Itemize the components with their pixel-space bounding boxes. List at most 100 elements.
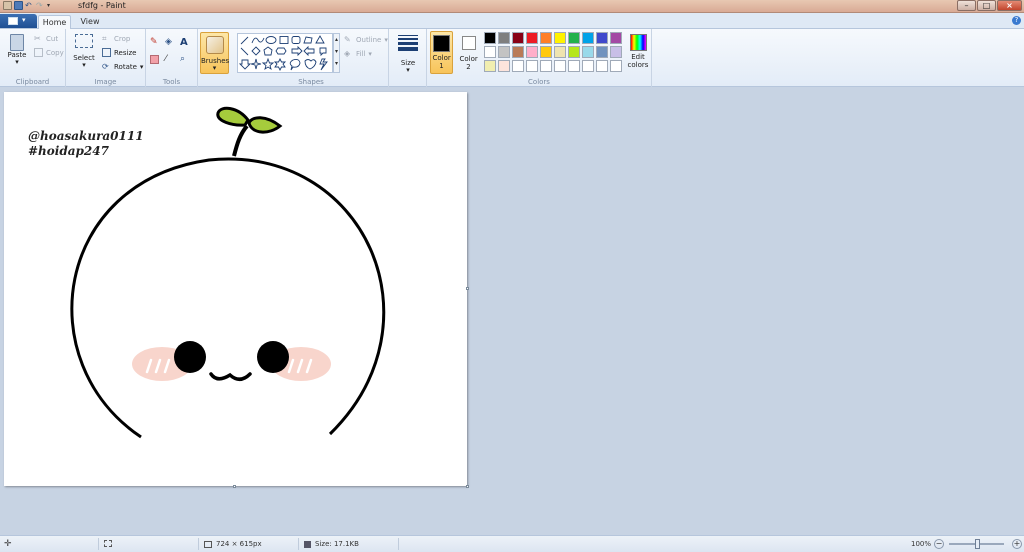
minimize-button[interactable]: – — [957, 0, 976, 11]
copy-button[interactable]: Copy — [34, 48, 64, 57]
select-icon — [75, 34, 93, 48]
palette-color-swatch[interactable] — [512, 46, 524, 58]
color-picker-icon[interactable]: ⁄ — [165, 55, 174, 64]
oval-shape-icon[interactable] — [265, 36, 277, 44]
outline-button[interactable]: ✎ Outline ▾ — [344, 35, 388, 44]
shapes-scroll[interactable]: ▴ ▾ ▾ — [333, 33, 340, 73]
fill-bucket-icon[interactable]: ◈ — [165, 38, 174, 47]
file-menu-button[interactable]: ▾ — [0, 14, 37, 28]
canvas-workspace[interactable]: @hoasakura0111 #hoidap247 — [0, 88, 1024, 535]
palette-color-swatch[interactable] — [498, 60, 510, 72]
palette-color-swatch[interactable] — [512, 60, 524, 72]
fill-button[interactable]: ◈ Fill ▾ — [344, 49, 372, 58]
select-button[interactable]: Select ▾ — [72, 34, 96, 74]
triangle-shape-icon[interactable] — [315, 35, 325, 44]
zoom-slider-thumb[interactable] — [975, 539, 980, 549]
color2-button[interactable]: Color 2 — [457, 31, 480, 74]
palette-color-swatch[interactable] — [484, 60, 496, 72]
palette-color-swatch[interactable] — [554, 32, 566, 44]
fill-icon: ◈ — [344, 49, 351, 58]
cut-button[interactable]: ✂ Cut — [34, 34, 58, 43]
size-dropdown-icon: ▾ — [406, 66, 410, 74]
palette-color-swatch[interactable] — [596, 32, 608, 44]
curve-shape-icon[interactable] — [251, 37, 265, 44]
resize-handle-right[interactable] — [466, 287, 469, 290]
rectangle-shape-icon[interactable] — [279, 36, 289, 44]
clipboard-group: Paste ▾ ✂ Cut Copy Clipboard — [0, 29, 66, 87]
customize-toolbar-icon[interactable]: ▾ — [47, 1, 56, 10]
undo-icon[interactable]: ↶ — [25, 1, 34, 10]
tab-home[interactable]: Home — [38, 15, 71, 29]
pentagon-shape-icon[interactable] — [263, 46, 273, 56]
color1-label: Color 1 — [432, 54, 451, 70]
drawing-canvas[interactable]: @hoasakura0111 #hoidap247 — [4, 92, 467, 486]
text-tool-icon[interactable]: A — [180, 38, 189, 48]
resize-handle-corner[interactable] — [466, 485, 469, 488]
zoom-in-button[interactable]: + — [1012, 539, 1022, 549]
heart-shape-icon[interactable] — [304, 59, 317, 70]
crop-button[interactable]: ⌗ Crop — [102, 34, 130, 43]
right-arrow-shape-icon[interactable] — [291, 45, 303, 57]
palette-color-swatch[interactable] — [582, 46, 594, 58]
palette-color-swatch[interactable] — [540, 60, 552, 72]
hexagon-shape-icon[interactable] — [275, 47, 287, 55]
rounded-rectangle-shape-icon[interactable] — [291, 36, 301, 44]
rotate-button[interactable]: ⟳ Rotate ▾ — [102, 62, 143, 71]
resize-button[interactable]: Resize — [102, 48, 136, 57]
shapes-gallery-icons — [238, 35, 328, 72]
close-button[interactable]: × — [997, 0, 1022, 11]
palette-color-swatch[interactable] — [610, 46, 622, 58]
down-arrow-shape-icon[interactable] — [238, 59, 252, 70]
sprout-right-leaf — [247, 116, 283, 134]
shapes-gallery[interactable] — [237, 33, 333, 73]
palette-color-swatch[interactable] — [554, 60, 566, 72]
palette-color-swatch[interactable] — [582, 60, 594, 72]
speech-bubble-shape-icon[interactable] — [289, 58, 301, 71]
four-point-star-shape-icon[interactable] — [250, 58, 262, 70]
palette-color-swatch[interactable] — [526, 46, 538, 58]
palette-color-swatch[interactable] — [484, 32, 496, 44]
polygon-shape-icon[interactable] — [303, 36, 313, 44]
palette-color-swatch[interactable] — [540, 32, 552, 44]
color2-swatch — [461, 36, 476, 50]
right-triangle-shape-icon[interactable] — [240, 47, 249, 56]
palette-color-swatch[interactable] — [526, 32, 538, 44]
palette-color-swatch[interactable] — [610, 60, 622, 72]
palette-color-swatch[interactable] — [484, 46, 496, 58]
palette-color-swatch[interactable] — [568, 60, 580, 72]
magnifier-icon[interactable]: ⌕ — [180, 55, 189, 64]
palette-color-swatch[interactable] — [554, 46, 566, 58]
edit-colors-button[interactable]: Edit colors — [625, 31, 651, 74]
palette-color-swatch[interactable] — [498, 32, 510, 44]
save-icon[interactable] — [14, 1, 23, 10]
palette-color-swatch[interactable] — [540, 46, 552, 58]
palette-color-swatch[interactable] — [582, 32, 594, 44]
palette-color-swatch[interactable] — [596, 46, 608, 58]
brushes-button[interactable]: Brushes ▾ — [200, 32, 229, 74]
palette-color-swatch[interactable] — [568, 32, 580, 44]
pencil-icon[interactable]: ✎ — [150, 38, 159, 47]
maximize-button[interactable]: □ — [977, 0, 996, 11]
tab-view[interactable]: View — [76, 15, 104, 29]
resize-handle-bottom[interactable] — [233, 485, 236, 488]
paste-button[interactable]: Paste ▾ — [6, 32, 28, 68]
callout-shape-icon[interactable] — [319, 47, 327, 57]
diamond-shape-icon[interactable] — [251, 46, 261, 56]
palette-color-swatch[interactable] — [498, 46, 510, 58]
palette-color-swatch[interactable] — [512, 32, 524, 44]
zoom-out-button[interactable]: − — [934, 539, 944, 549]
palette-color-swatch[interactable] — [610, 32, 622, 44]
palette-color-swatch[interactable] — [568, 46, 580, 58]
redo-icon[interactable]: ↷ — [36, 1, 45, 10]
left-arrow-shape-icon[interactable] — [303, 45, 315, 57]
size-button[interactable]: Size ▾ — [394, 33, 422, 75]
palette-color-swatch[interactable] — [526, 60, 538, 72]
five-point-star-shape-icon[interactable] — [261, 57, 275, 71]
color1-button[interactable]: Color 1 — [430, 31, 453, 74]
eraser-icon[interactable] — [150, 55, 159, 64]
help-icon[interactable]: ? — [1012, 16, 1021, 25]
line-shape-icon[interactable] — [240, 36, 249, 45]
six-point-star-shape-icon[interactable] — [273, 57, 287, 72]
lightning-shape-icon[interactable] — [319, 58, 328, 71]
palette-color-swatch[interactable] — [596, 60, 608, 72]
